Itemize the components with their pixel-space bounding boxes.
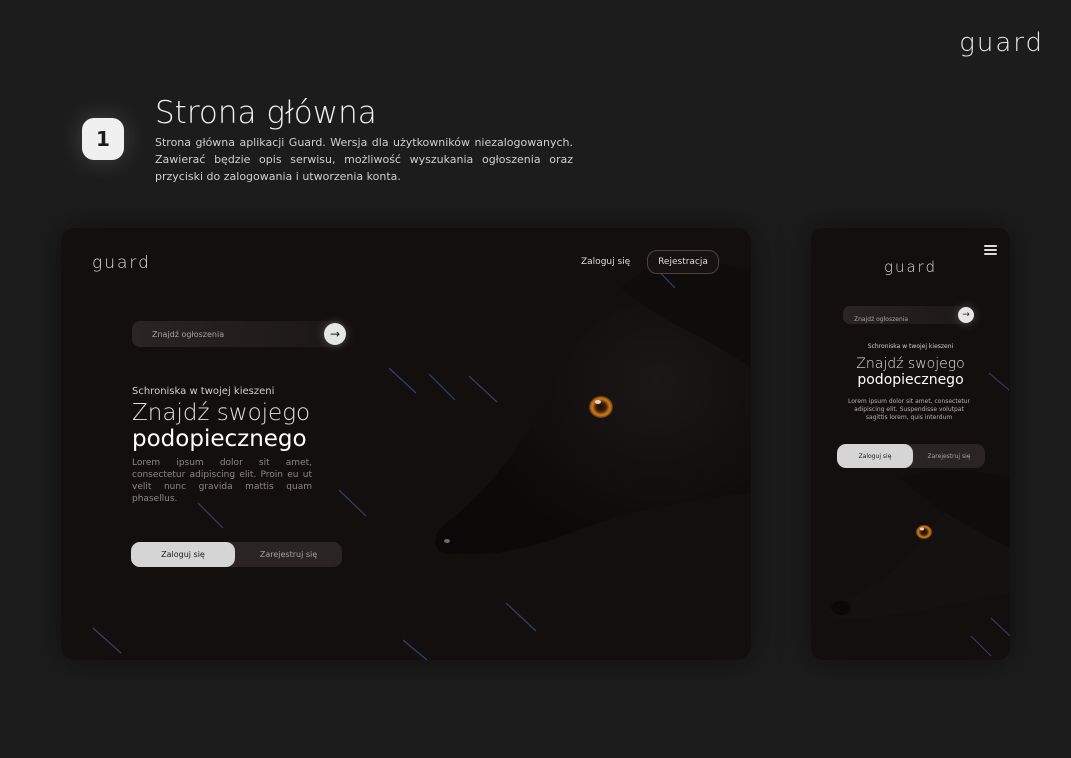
signup-button[interactable]: Zarejestruj się xyxy=(235,542,342,567)
section-title: Strona główna xyxy=(155,95,377,131)
hero-body: Lorem ipsum dolor sit amet, consectetur … xyxy=(132,458,312,504)
step-number-badge: 1 xyxy=(82,118,124,160)
desktop-mockup: guard Zaloguj się Rejestracja → Schronis… xyxy=(61,228,751,660)
hero-eyebrow: Schroniska w twojej kieszeni xyxy=(132,386,275,397)
arrow-right-icon[interactable]: → xyxy=(958,307,974,323)
arrow-right-icon[interactable]: → xyxy=(324,323,346,345)
nav-login-link[interactable]: Zaloguj się xyxy=(581,257,630,267)
hero-headline-light: Znajdź swojego xyxy=(856,356,965,372)
hamburger-menu-icon[interactable] xyxy=(984,245,997,257)
nav-register-button[interactable]: Rejestracja xyxy=(647,250,719,274)
signup-button[interactable]: Zarejestruj się xyxy=(913,444,985,468)
search-input[interactable] xyxy=(852,315,946,324)
auth-button-group: Zaloguj się Zarejestruj się xyxy=(131,542,342,567)
hero-headline-bold: podopiecznego xyxy=(132,426,307,452)
desktop-search-bar: → xyxy=(132,321,346,347)
section-description: Strona główna aplikacji Guard. Wersja dl… xyxy=(155,136,573,183)
hero-headline-bold: podopiecznego xyxy=(857,372,964,388)
desktop-logo: guard xyxy=(92,253,151,273)
hero-headline: Znajdź swojego podopiecznego xyxy=(132,400,310,452)
login-button[interactable]: Zaloguj się xyxy=(131,542,235,567)
mobile-search-bar: → xyxy=(843,306,974,324)
auth-button-group: Zaloguj się Zarejestruj się xyxy=(837,444,985,468)
mobile-mockup: guard → Schroniska w twojej kieszeni Zna… xyxy=(811,228,1010,660)
search-input[interactable] xyxy=(150,328,314,340)
hero-headline-light: Znajdź swojego xyxy=(132,400,311,426)
login-button[interactable]: Zaloguj się xyxy=(837,444,913,468)
hero-eyebrow: Schroniska w twojej kieszeni xyxy=(867,343,954,350)
hero-headline: Znajdź swojego podopiecznego xyxy=(811,356,1010,388)
hero-body: Lorem ipsum dolor sit amet, consectetur … xyxy=(847,398,971,421)
brand-logo: guard xyxy=(959,28,1044,58)
mobile-logo: guard xyxy=(883,258,938,276)
